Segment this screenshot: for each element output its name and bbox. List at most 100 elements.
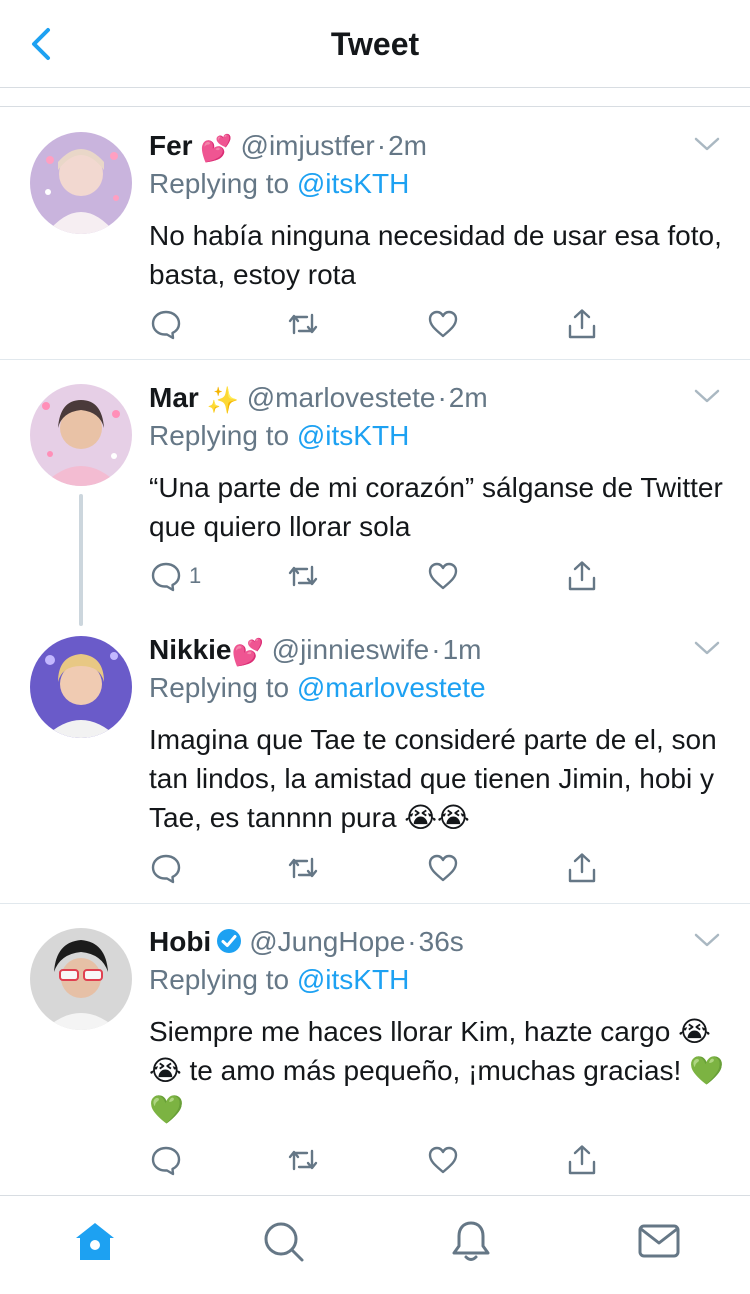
separator-dot: · [431, 634, 441, 665]
reply-button[interactable]: 1 [149, 556, 201, 596]
timestamp: 1m [442, 634, 482, 665]
tab-search[interactable] [260, 1218, 306, 1264]
retweet-icon [288, 857, 318, 879]
timestamp: 36s [418, 926, 464, 957]
retweet-button[interactable] [286, 556, 320, 596]
action-bar [149, 848, 609, 888]
chevron-down-icon[interactable] [694, 386, 720, 406]
replying-to: Replying to @marlovestete [149, 670, 486, 706]
tweet-text: No había ninguna necesidad de usar esa f… [149, 220, 722, 290]
separator-dot: · [437, 382, 447, 413]
heart-icon [428, 854, 458, 882]
retweet-icon [288, 1149, 318, 1171]
replying-to-link[interactable]: @itsKTH [297, 964, 409, 995]
chevron-down-icon[interactable] [694, 638, 720, 658]
action-bar [149, 1140, 609, 1180]
display-name[interactable]: Mar [149, 382, 199, 413]
replying-to: Replying to @itsKTH [149, 166, 409, 202]
tweet-text: “Una parte de mi corazón” sálganse de Tw… [149, 472, 723, 542]
avatar[interactable] [30, 636, 132, 738]
user-handle[interactable]: @JungHope [249, 926, 405, 957]
display-name[interactable]: Nikkie [149, 634, 232, 665]
replying-prefix: Replying to [149, 672, 290, 703]
retweet-button[interactable] [286, 848, 320, 888]
name-emoji: ✨ [206, 385, 239, 415]
retweet-button[interactable] [286, 1140, 320, 1180]
display-name[interactable]: Fer [149, 130, 193, 161]
share-button[interactable] [565, 848, 599, 888]
avatar[interactable] [30, 132, 132, 234]
tweet-header: Hobi @JungHope·36s [149, 924, 464, 960]
action-bar: 1 [149, 556, 609, 596]
replying-prefix: Replying to [149, 420, 290, 451]
bottom-tab-bar [0, 1195, 750, 1294]
top-nav-bar: Tweet [0, 0, 750, 88]
tab-messages[interactable] [636, 1218, 682, 1264]
tab-notifications[interactable] [448, 1218, 494, 1264]
replying-to: Replying to @itsKTH [149, 418, 409, 454]
share-icon [568, 561, 596, 591]
reply-button[interactable] [149, 848, 189, 888]
share-button[interactable] [565, 556, 599, 596]
like-button[interactable] [426, 304, 460, 344]
tweet-card[interactable]: Fer 💕 @imjustfer·2m Replying to @itsKTH … [0, 128, 750, 360]
speech-bubble-icon [151, 562, 181, 592]
avatar[interactable] [30, 384, 132, 486]
retweet-button[interactable] [286, 304, 320, 344]
tweet-header: Mar ✨ @marlovestete·2m [149, 380, 488, 416]
like-button[interactable] [426, 1140, 460, 1180]
verified-badge-icon [217, 929, 242, 953]
display-name[interactable]: Hobi [149, 926, 211, 957]
retweet-icon [288, 565, 318, 587]
heart-icon [428, 562, 458, 590]
replying-to-link[interactable]: @marlovestete [297, 672, 486, 703]
replying-prefix: Replying to [149, 964, 290, 995]
share-icon [568, 853, 596, 883]
replying-prefix: Replying to [149, 168, 290, 199]
envelope-icon [638, 1224, 680, 1258]
tweet-card[interactable]: Nikkie💕 @jinnieswife·1m Replying to @mar… [0, 632, 750, 902]
reply-count: 1 [189, 563, 202, 588]
share-icon [568, 309, 596, 339]
like-button[interactable] [426, 848, 460, 888]
user-handle[interactable]: @jinnieswife [272, 634, 430, 665]
retweet-icon [288, 313, 318, 335]
name-emoji: 💕 [200, 133, 233, 163]
reply-button[interactable] [149, 1140, 189, 1180]
divider [0, 903, 750, 904]
heart-icon [428, 1146, 458, 1174]
separator-dot: · [376, 130, 387, 161]
user-handle[interactable]: @imjustfer [241, 130, 375, 161]
tweet-text: Siempre me haces llorar Kim, hazte cargo… [149, 1016, 724, 1125]
home-icon [76, 1223, 114, 1260]
separator-dot: · [407, 926, 417, 957]
reply-button[interactable] [149, 304, 189, 344]
divider [0, 359, 750, 360]
page-title: Tweet [330, 26, 420, 62]
like-button[interactable] [426, 556, 460, 596]
tweet-text: Imagina que Tae te consideré parte de el… [149, 724, 717, 833]
replying-to: Replying to @itsKTH [149, 962, 409, 998]
replying-to-link[interactable]: @itsKTH [297, 168, 409, 199]
speech-bubble-icon [151, 310, 181, 340]
name-emoji: 💕 [231, 637, 264, 667]
chevron-down-icon[interactable] [694, 134, 720, 154]
share-button[interactable] [565, 304, 599, 344]
heart-icon [428, 310, 458, 338]
tweet-header: Nikkie💕 @jinnieswife·1m [149, 632, 482, 668]
tweet-card[interactable]: Hobi @JungHope·36s Replying to @itsKTH Si… [0, 924, 750, 1194]
share-button[interactable] [565, 1140, 599, 1180]
avatar[interactable] [30, 928, 132, 1030]
tweet-header: Fer 💕 @imjustfer·2m [149, 128, 427, 164]
speech-bubble-icon [151, 854, 181, 884]
chevron-down-icon[interactable] [694, 930, 720, 950]
timestamp: 2m [448, 382, 488, 413]
action-bar [149, 304, 609, 344]
search-icon [264, 1222, 304, 1262]
tweet-card[interactable]: Mar ✨ @marlovestete·2m Replying to @itsK… [0, 380, 750, 628]
timestamp: 2m [388, 130, 427, 161]
user-handle[interactable]: @marlovestete [247, 382, 436, 413]
replying-to-link[interactable]: @itsKTH [297, 420, 409, 451]
tab-home[interactable] [72, 1218, 118, 1264]
speech-bubble-icon [151, 1146, 181, 1176]
